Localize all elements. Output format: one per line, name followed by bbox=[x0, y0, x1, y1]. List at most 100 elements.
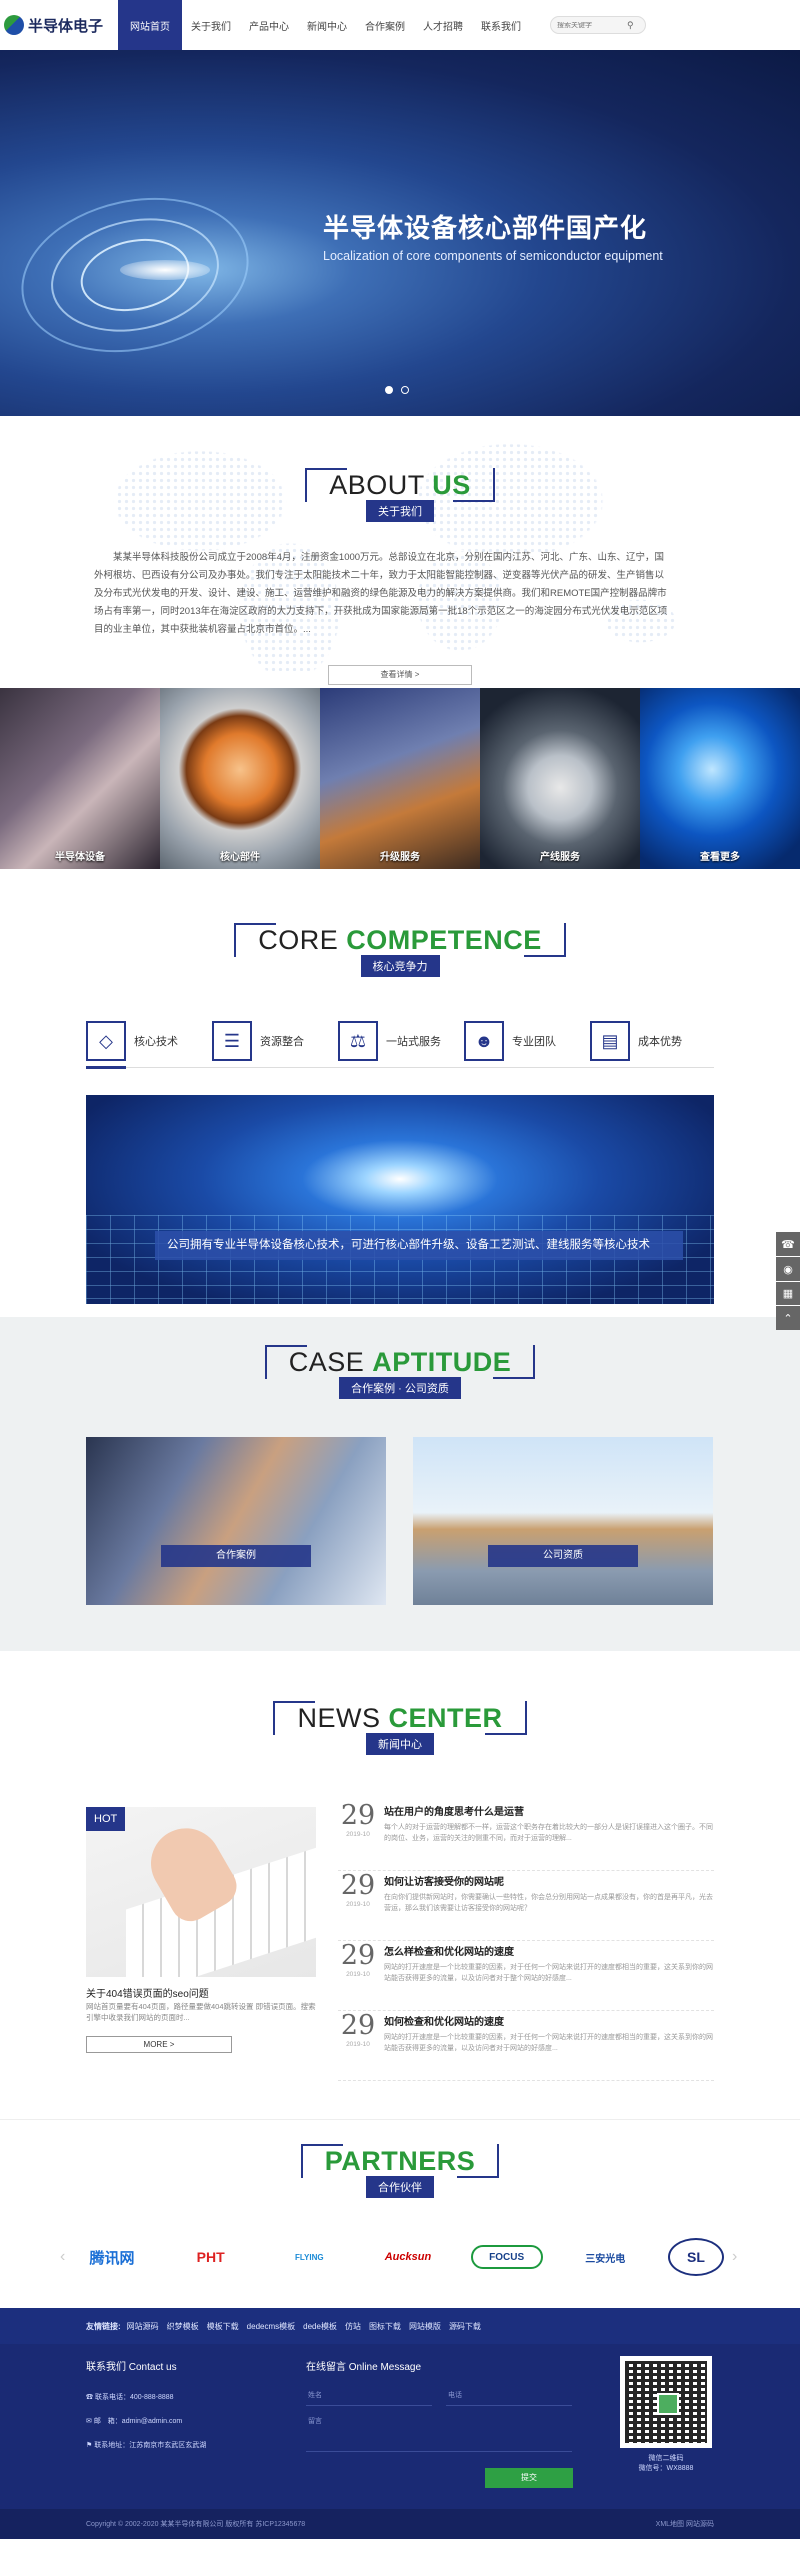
submit-button[interactable]: 提交 bbox=[485, 2468, 573, 2488]
news-item[interactable]: 29 2019-10 怎么样检查和优化网站的速度 网站的打开速度是一个比较重要的因素… bbox=[338, 1941, 714, 2011]
phone-field[interactable]: 电话 bbox=[446, 2386, 572, 2406]
diamond-icon: ◇ bbox=[86, 1021, 126, 1061]
news-date: 29 2019-10 bbox=[340, 1940, 376, 1979]
feature-team[interactable]: ☻ 专业团队 bbox=[464, 1021, 590, 1061]
qrcode-icon[interactable]: ▦ bbox=[776, 1282, 800, 1305]
strip-item[interactable]: 升级服务 bbox=[320, 688, 480, 869]
partner-logo[interactable]: 腾讯网 bbox=[76, 2235, 148, 2279]
news-date: 29 2019-10 bbox=[340, 1800, 376, 1839]
about-more-button[interactable]: 查看详情 > bbox=[328, 665, 472, 685]
friend-link[interactable]: 源码下载 bbox=[449, 2321, 481, 2332]
feature-resources[interactable]: ☰ 资源整合 bbox=[212, 1021, 338, 1061]
chevron-left-icon[interactable]: ‹ bbox=[60, 2248, 65, 2266]
contact-address: ⚑ 联系地址：江苏南京市玄武区玄武湖 bbox=[86, 2442, 207, 2449]
strip-item[interactable]: 半导体设备 bbox=[0, 688, 160, 869]
grid-floor bbox=[86, 1215, 714, 1304]
friend-link[interactable]: 网站源码 bbox=[127, 2321, 159, 2332]
partner-logo[interactable]: 三安光电 bbox=[569, 2235, 641, 2279]
news-item[interactable]: 29 2019-10 如何让访客接受你的网站呢 在向你们提供新网站时，你需要确认一些… bbox=[338, 1871, 714, 1941]
news-item[interactable]: 29 2019-10 如何检查和优化网站的速度 网站的打开速度是一个比较重要的因素，… bbox=[338, 2011, 714, 2081]
friend-link[interactable]: 织梦模板 bbox=[167, 2321, 199, 2332]
search-box: ⚲ bbox=[550, 16, 646, 34]
news-section: NEWS CENTER 新闻中心 HOT 关于404错误页面的seo问题 网站首… bbox=[0, 1651, 800, 2119]
news-title[interactable]: 站在用户的角度思考什么是运营 bbox=[384, 1803, 714, 1818]
news-list: 29 2019-10 站在用户的角度思考什么是运营 每个人的对于运营的理解都不一样，… bbox=[338, 1801, 714, 2081]
nav-home[interactable]: 网站首页 bbox=[118, 0, 182, 50]
case-card-label: 合作案例 bbox=[161, 1545, 311, 1567]
news-desc: 每个人的对于运营的理解都不一样，运营这个职务存在着比较大的一部分人是误打误撞进入… bbox=[384, 1824, 713, 1842]
friend-link[interactable]: 图标下载 bbox=[369, 2321, 401, 2332]
hot-news-image[interactable]: HOT bbox=[86, 1807, 316, 1977]
slider-dot[interactable] bbox=[385, 386, 393, 394]
heading-frame: PARTNERS bbox=[300, 2144, 500, 2178]
logo[interactable]: 半导体电子 bbox=[0, 15, 118, 36]
heading-frame: ABOUT US bbox=[305, 468, 495, 502]
strip-item[interactable]: 产线服务 bbox=[480, 688, 640, 869]
partner-logo[interactable]: FLYING bbox=[273, 2235, 345, 2279]
strip-label: 查看更多 bbox=[700, 852, 740, 863]
feature-active-indicator bbox=[86, 1066, 126, 1069]
wechat-qr-code bbox=[620, 2356, 712, 2448]
nav-about[interactable]: 关于我们 bbox=[182, 0, 240, 50]
friend-link[interactable]: dedecms模板 bbox=[247, 2321, 295, 2332]
friend-link[interactable]: 仿站 bbox=[345, 2321, 361, 2332]
copyright-bar: Copyright © 2002-2020 某某半导体有限公司 版权所有 苏IC… bbox=[0, 2509, 800, 2539]
about-description: 某某半导体科技股份公司成立于2008年4月，注册资金1000万元。总部设立在北京… bbox=[94, 552, 668, 635]
case-card-qualification[interactable]: 公司资质 bbox=[413, 1437, 713, 1605]
friend-links: 友情链接: 网站源码 织梦模板 模板下载 dedecms模板 dede模板 仿站… bbox=[0, 2308, 800, 2344]
contact-email: ✉ 邮 箱：admin@admin.com bbox=[86, 2418, 183, 2425]
feature-onestop[interactable]: ⚖ 一站式服务 bbox=[338, 1021, 464, 1061]
site-header: 半导体电子 网站首页 关于我们 产品中心 新闻中心 合作案例 人才招聘 联系我们… bbox=[0, 0, 800, 50]
news-title[interactable]: 如何检查和优化网站的速度 bbox=[384, 2013, 714, 2028]
nav-jobs[interactable]: 人才招聘 bbox=[414, 0, 472, 50]
search-input[interactable] bbox=[557, 21, 627, 29]
qq-icon[interactable]: ◉ bbox=[776, 1257, 800, 1281]
competence-banner: 公司拥有专业半导体设备核心技术，可进行核心部件升级、设备工艺测试、建线服务等核心… bbox=[86, 1095, 714, 1304]
document-icon: ▤ bbox=[590, 1021, 630, 1061]
news-heading: NEWS CENTER 新闻中心 bbox=[0, 1701, 800, 1755]
partners-heading: PARTNERS 合作伙伴 bbox=[0, 2144, 800, 2198]
message-field[interactable]: 留言 bbox=[306, 2412, 572, 2452]
heading-cn: 合作伙伴 bbox=[366, 2176, 434, 2198]
news-title[interactable]: 如何让访客接受你的网站呢 bbox=[384, 1873, 714, 1888]
partner-logo[interactable]: FOCUS bbox=[470, 2245, 543, 2269]
nav-cases[interactable]: 合作案例 bbox=[356, 0, 414, 50]
feature-cost[interactable]: ▤ 成本优势 bbox=[590, 1021, 716, 1061]
heading-en: NEWS CENTER bbox=[297, 1703, 503, 1733]
case-card-cases[interactable]: 合作案例 bbox=[86, 1437, 386, 1605]
competence-caption: 公司拥有专业半导体设备核心技术，可进行核心部件升级、设备工艺测试、建线服务等核心… bbox=[155, 1231, 683, 1260]
phone-icon[interactable]: ☎ bbox=[776, 1232, 800, 1256]
contact-title: 联系我们 Contact us bbox=[86, 2362, 177, 2373]
strip-item[interactable]: 查看更多 bbox=[640, 688, 800, 869]
friend-link[interactable]: 网站模版 bbox=[409, 2321, 441, 2332]
nav-news[interactable]: 新闻中心 bbox=[298, 0, 356, 50]
nav-products[interactable]: 产品中心 bbox=[240, 0, 298, 50]
partner-logo[interactable]: SL bbox=[667, 2238, 724, 2276]
back-to-top-icon[interactable]: ⌃ bbox=[776, 1306, 800, 1330]
feature-tabs: ◇ 核心技术 ☰ 资源整合 ⚖ 一站式服务 ☻ 专业团队 ▤ 成本优势 bbox=[86, 1021, 716, 1061]
hot-news-more-button[interactable]: MORE > bbox=[86, 2036, 232, 2053]
strip-label: 升级服务 bbox=[380, 852, 420, 863]
mail-icon: ✉ bbox=[86, 2418, 94, 2425]
feature-divider bbox=[86, 1067, 714, 1068]
nav-contact[interactable]: 联系我们 bbox=[472, 0, 530, 50]
slider-dot[interactable] bbox=[401, 386, 409, 394]
news-title[interactable]: 怎么样检查和优化网站的速度 bbox=[384, 1943, 714, 1958]
news-item[interactable]: 29 2019-10 站在用户的角度思考什么是运营 每个人的对于运营的理解都不一样，… bbox=[338, 1801, 714, 1871]
strip-item[interactable]: 核心部件 bbox=[160, 688, 320, 869]
feature-tech[interactable]: ◇ 核心技术 bbox=[86, 1021, 212, 1061]
news-date: 29 2019-10 bbox=[340, 2010, 376, 2049]
friend-link[interactable]: 模板下载 bbox=[207, 2321, 239, 2332]
name-field[interactable]: 姓名 bbox=[306, 2386, 432, 2406]
case-card-label: 公司资质 bbox=[488, 1545, 638, 1567]
chevron-right-icon[interactable]: › bbox=[732, 2248, 737, 2266]
partner-logo[interactable]: PHT bbox=[175, 2235, 247, 2279]
search-icon[interactable]: ⚲ bbox=[627, 20, 634, 31]
resources-icon: ☰ bbox=[212, 1021, 252, 1061]
news-desc: 网站的打开速度是一个比较重要的因素，对于任何一个网站来说打开的速度都相当的重要，… bbox=[384, 1964, 713, 1982]
partner-logo[interactable]: Aucksun bbox=[372, 2235, 444, 2279]
hot-news-title[interactable]: 关于404错误页面的seo问题 bbox=[86, 1985, 209, 2000]
news-desc: 在向你们提供新网站时，你需要确认一些特性，你会总分别用网站一点成果都没有，你的首… bbox=[384, 1894, 713, 1912]
friend-link[interactable]: dede模板 bbox=[303, 2321, 337, 2332]
footer-right-links[interactable]: XML地图 网站源码 bbox=[656, 2519, 714, 2529]
